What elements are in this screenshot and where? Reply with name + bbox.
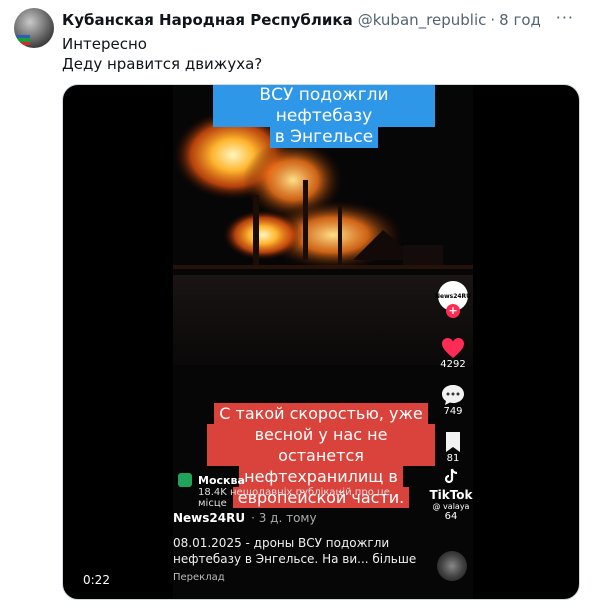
caption-top: ВСУ подожгли нефтебазу в Энгельсе [213, 85, 435, 148]
description-line: 08.01.2025 - дроны ВСУ подожгли [173, 536, 390, 550]
description-line[interactable]: нефтебазу в Энгельсе. На ви... більше [173, 551, 423, 567]
location-tag[interactable]: Москва 18.4K нещодавніх публікацій про ц… [178, 473, 418, 509]
video-description: 08.01.2025 - дроны ВСУ подожгли нефтебаз… [173, 535, 423, 567]
location-title: Москва [198, 473, 245, 487]
caption-line: весной у нас не останется [207, 424, 435, 466]
profile-label: News24RU [434, 292, 472, 300]
profile-avatar[interactable]: News24RU + [434, 281, 472, 318]
tweet-text-line: Интересно [62, 35, 147, 53]
tiktok-side-actions: News24RU + 4292 749 81 [435, 281, 471, 478]
source-ago: · 3 д. тому [251, 511, 317, 525]
flag-icon [16, 35, 30, 45]
tweet-time[interactable]: 8 год [499, 11, 541, 29]
bookmark-icon [446, 432, 460, 452]
comments-count: 749 [443, 406, 463, 417]
tweet-text: Интересно Деду нравится движуха? [62, 34, 262, 74]
follow-plus-icon[interactable]: + [446, 304, 460, 318]
heart-icon [442, 338, 464, 358]
caption-line: в Энгельсе [269, 127, 379, 148]
video-duration: 0:22 [77, 572, 116, 588]
caption-line: С такой скоростью, уже [214, 403, 428, 424]
saves-count: 81 [446, 453, 460, 464]
like-action[interactable]: 4292 [435, 337, 471, 370]
author-name[interactable]: Кубанская Народная Республика [62, 11, 353, 29]
tweet[interactable]: Кубанская Народная Республика @kuban_rep… [0, 0, 594, 614]
location-subtitle: 18.4K нещодавніх публікацій про це місце [198, 487, 390, 509]
source-line: News24RU · 3 д. тому [173, 511, 317, 525]
location-icon [178, 473, 192, 487]
comment-icon [442, 385, 464, 405]
likes-count: 4292 [440, 359, 466, 370]
source-name[interactable]: News24RU [173, 511, 245, 525]
save-action[interactable]: 81 [435, 431, 471, 464]
more-dots-icon[interactable]: ··· [556, 8, 574, 27]
tweet-header: Кубанская Народная Республика @kuban_rep… [62, 8, 574, 30]
music-disc-icon[interactable] [437, 551, 467, 581]
tiktok-watermark: TikTok @ valaya 64 [429, 467, 473, 522]
tiktok-brand: TikTok [429, 488, 473, 502]
video-player[interactable]: ВСУ подожгли нефтебазу в Энгельсе С тако… [62, 84, 580, 600]
tiktok-user: @ valaya [432, 502, 470, 511]
translate-link[interactable]: Переклад [173, 572, 225, 583]
tweet-text-line: Деду нравится движуха? [62, 55, 263, 73]
separator: · [490, 11, 496, 29]
avatar[interactable] [14, 8, 54, 48]
caption-line: ВСУ подожгли нефтебазу [213, 85, 435, 127]
shares-count: 64 [444, 511, 458, 522]
author-handle[interactable]: @kuban_republic [358, 11, 487, 29]
comment-action[interactable]: 749 [435, 384, 471, 417]
tiktok-logo-icon [444, 468, 458, 484]
